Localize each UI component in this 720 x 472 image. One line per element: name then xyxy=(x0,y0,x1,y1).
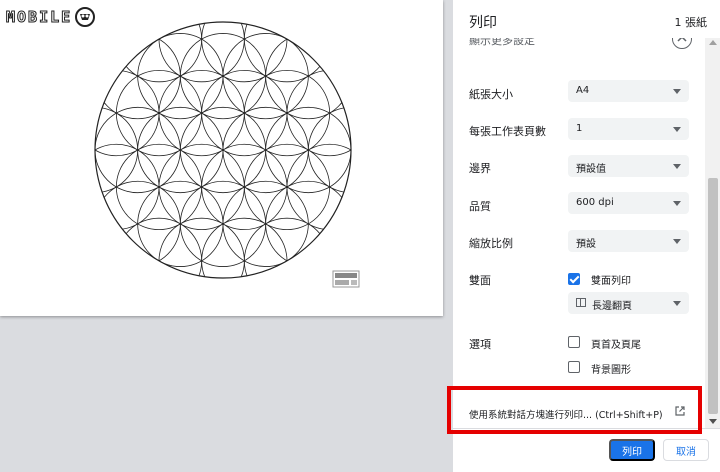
paper-size-value: A4 xyxy=(576,85,590,96)
duplex-label: 雙面 xyxy=(469,274,491,287)
duplex-checkbox[interactable] xyxy=(568,273,580,285)
background-graphics-label[interactable]: 背景圖形 xyxy=(591,361,631,376)
mobile01-watermark: MOBILE xyxy=(5,6,96,28)
dropdown-arrow-icon xyxy=(673,201,681,206)
options-label: 選項 xyxy=(469,338,491,351)
background-graphics-checkbox[interactable] xyxy=(568,361,580,373)
paper-size-label: 紙張大小 xyxy=(469,88,513,101)
headers-footers-label[interactable]: 頁首及頁尾 xyxy=(591,336,641,351)
pages-per-sheet-value: 1 xyxy=(576,123,583,134)
page-title: 列印 xyxy=(469,15,497,31)
print-preview-area: MOBILE xyxy=(0,0,452,472)
duplex-page-icon xyxy=(576,298,586,307)
quality-label: 品質 xyxy=(469,200,491,213)
margins-value: 預設值 xyxy=(576,164,606,175)
scroll-up-arrow-icon[interactable] xyxy=(709,40,717,45)
more-settings-label: 顯示更多設定 xyxy=(469,38,535,47)
dropdown-arrow-icon xyxy=(673,301,681,306)
paper-size-select[interactable]: A4 xyxy=(568,80,689,102)
pages-per-sheet-select[interactable]: 1 xyxy=(568,118,689,140)
quality-value: 600 dpi xyxy=(576,197,614,208)
dropdown-arrow-icon xyxy=(673,89,681,94)
scroll-thumb[interactable] xyxy=(708,178,718,414)
super-cola-stamp xyxy=(332,270,360,288)
headers-footers-checkbox[interactable] xyxy=(568,336,580,348)
duplex-checkbox-label[interactable]: 雙面列印 xyxy=(591,272,631,287)
chevron-up-icon xyxy=(677,38,687,42)
duplex-flip-select[interactable]: 長邊翻頁 xyxy=(568,292,689,314)
settings-scrollbar[interactable] xyxy=(705,38,720,428)
scale-value: 預設 xyxy=(576,239,596,250)
dropdown-arrow-icon xyxy=(673,127,681,132)
dropdown-arrow-icon xyxy=(673,164,681,169)
highlight-annotation-box xyxy=(447,386,702,434)
watermark-text: MOBILE xyxy=(5,8,73,27)
scale-select[interactable]: 預設 xyxy=(568,230,689,252)
print-button[interactable]: 列印 xyxy=(609,439,655,461)
panel-footer: 列印 取消 xyxy=(453,428,720,472)
more-settings-row[interactable]: 顯示更多設定 xyxy=(453,38,705,52)
preview-page: MOBILE xyxy=(0,0,443,316)
panel-header: 列印 1 張紙 xyxy=(453,0,720,38)
dropdown-arrow-icon xyxy=(673,239,681,244)
margins-select[interactable]: 預設值 xyxy=(568,155,689,177)
quality-select[interactable]: 600 dpi xyxy=(568,192,689,214)
collapse-button[interactable] xyxy=(672,38,692,49)
pages-per-sheet-label: 每張工作表頁數 xyxy=(469,125,546,138)
scroll-down-arrow-icon[interactable] xyxy=(709,419,717,424)
flower-of-life-drawing xyxy=(94,21,352,279)
sheet-count: 1 張紙 xyxy=(674,16,708,29)
scale-label: 縮放比例 xyxy=(469,237,513,250)
cancel-button[interactable]: 取消 xyxy=(663,439,709,461)
settings-list: 顯示更多設定 紙張大小 A4 每張工作表頁數 1 邊界 預設值 品質 600 d… xyxy=(453,38,705,428)
duplex-flip-value: 長邊翻頁 xyxy=(592,301,632,312)
margins-label: 邊界 xyxy=(469,162,491,175)
